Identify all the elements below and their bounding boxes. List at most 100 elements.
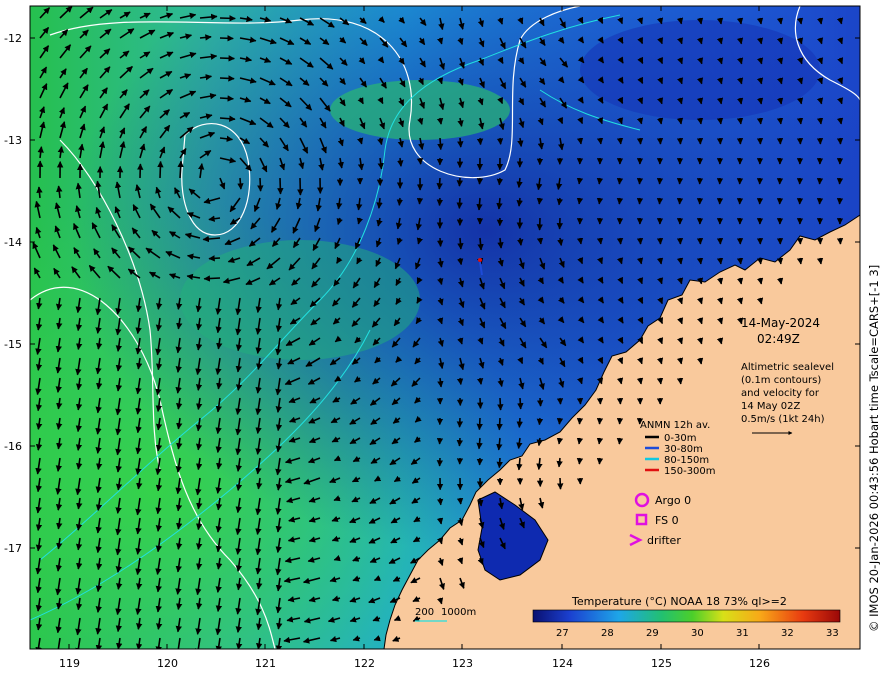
velocity-arrow bbox=[756, 17, 764, 25]
colorbar-tick: 27 bbox=[556, 628, 569, 639]
velocity-arrow bbox=[536, 417, 544, 426]
velocity-arrow bbox=[476, 197, 483, 211]
altimetry-line: and velocity for bbox=[741, 388, 820, 399]
depth-label-1000: 1000m bbox=[441, 607, 476, 618]
lon-tick: 119 bbox=[59, 657, 80, 670]
velocity-arrow bbox=[576, 437, 584, 445]
lon-tick: 125 bbox=[651, 657, 672, 670]
velocity-arrow bbox=[436, 117, 444, 125]
velocity-arrow bbox=[576, 397, 584, 405]
velocity-arrow bbox=[556, 397, 564, 405]
velocity-arrow bbox=[776, 257, 784, 265]
colorbar-tick: 30 bbox=[691, 628, 704, 639]
velocity-arrow bbox=[476, 177, 484, 185]
velocity-arrow bbox=[396, 197, 404, 206]
lat-tick: -15 bbox=[4, 338, 22, 351]
velocity-arrow bbox=[596, 137, 604, 145]
velocity-arrow bbox=[556, 437, 564, 445]
velocity-arrow bbox=[596, 437, 604, 445]
altimetry-line: 0.5m/s (1kt 24h) bbox=[741, 414, 825, 425]
velocity-arrow bbox=[277, 177, 284, 195]
fs-label: FS 0 bbox=[655, 514, 679, 527]
velocity-arrow bbox=[476, 137, 484, 146]
mooring-legend-title: ANMN 12h av. bbox=[640, 420, 710, 431]
velocity-arrow bbox=[36, 186, 43, 199]
velocity-arrow bbox=[536, 397, 544, 407]
velocity-arrow bbox=[596, 237, 604, 245]
velocity-arrow bbox=[437, 137, 444, 151]
velocity-arrow bbox=[496, 417, 503, 431]
velocity-arrow bbox=[616, 177, 624, 185]
drifter-label: drifter bbox=[647, 534, 681, 547]
velocity-arrow bbox=[576, 197, 584, 205]
lat-tick: -12 bbox=[4, 32, 22, 45]
lat-tick: -13 bbox=[4, 134, 22, 147]
velocity-arrow bbox=[636, 177, 644, 185]
velocity-arrow bbox=[456, 377, 464, 386]
side-caption: © IMOS 20-Jan-2026 00:43:56 Hobart time … bbox=[867, 265, 880, 632]
velocity-arrow bbox=[656, 137, 664, 145]
lon-tick: 126 bbox=[749, 657, 770, 670]
velocity-arrow bbox=[676, 117, 684, 125]
colorbar-tick: 31 bbox=[736, 628, 749, 639]
velocity-arrow bbox=[796, 257, 804, 265]
velocity-arrow bbox=[756, 257, 764, 265]
velocity-arrow bbox=[496, 137, 504, 145]
mooring-legend-item: 0-30m bbox=[664, 433, 696, 444]
velocity-arrow bbox=[476, 417, 483, 431]
velocity-arrow bbox=[456, 197, 463, 209]
velocity-arrow bbox=[636, 377, 644, 385]
velocity-arrow bbox=[496, 197, 503, 210]
velocity-arrow bbox=[536, 197, 544, 205]
velocity-arrow bbox=[636, 197, 644, 205]
velocity-arrow bbox=[736, 257, 744, 265]
lat-tick: -14 bbox=[4, 236, 22, 249]
lon-tick: 124 bbox=[552, 657, 573, 670]
velocity-arrow bbox=[596, 197, 604, 205]
velocity-arrow bbox=[376, 197, 383, 209]
velocity-arrow bbox=[436, 237, 444, 247]
velocity-arrow bbox=[477, 237, 484, 251]
velocity-arrow bbox=[576, 177, 584, 185]
velocity-arrow bbox=[456, 497, 464, 505]
velocity-arrow bbox=[516, 197, 523, 207]
mooring-legend-item: 30-80m bbox=[664, 444, 703, 455]
velocity-arrow bbox=[397, 157, 404, 167]
velocity-arrow bbox=[456, 177, 464, 187]
velocity-arrow bbox=[203, 275, 221, 282]
velocity-arrow bbox=[676, 377, 684, 385]
lon-tick: 121 bbox=[255, 657, 276, 670]
velocity-arrow bbox=[208, 255, 221, 262]
velocity-arrow bbox=[497, 237, 504, 249]
lat-tick: -17 bbox=[4, 542, 22, 555]
depth-label-200: 200 bbox=[415, 607, 434, 618]
velocity-arrow bbox=[676, 257, 684, 265]
colorbar-title: Temperature (°C) NOAA 18 73% ql>=2 bbox=[571, 595, 787, 608]
velocity-arrow bbox=[516, 457, 523, 471]
velocity-arrow bbox=[556, 417, 564, 425]
velocity-arrow bbox=[516, 417, 523, 428]
velocity-arrow bbox=[157, 160, 164, 179]
velocity-arrow bbox=[656, 197, 664, 205]
altimetry-line: (0.1m contours) bbox=[741, 375, 821, 386]
velocity-arrow bbox=[177, 160, 184, 179]
velocity-arrow bbox=[576, 457, 584, 465]
velocity-arrow bbox=[416, 197, 424, 205]
velocity-arrow bbox=[676, 137, 684, 145]
velocity-arrow bbox=[536, 237, 544, 245]
map-date: 14-May-2024 bbox=[741, 316, 820, 330]
map-time: 02:49Z bbox=[757, 332, 800, 346]
mooring-legend-item: 150-300m bbox=[664, 466, 716, 477]
lon-tick: 120 bbox=[157, 657, 178, 670]
velocity-arrow bbox=[736, 117, 744, 125]
velocity-arrow bbox=[497, 397, 504, 411]
velocity-arrow bbox=[436, 197, 444, 207]
altimetry-line: Altimetric sealevel bbox=[741, 362, 834, 373]
velocity-arrow bbox=[596, 177, 604, 185]
lon-tick: 122 bbox=[354, 657, 375, 670]
velocity-arrow bbox=[736, 17, 744, 25]
sst-map: -12 -13 -14 -15 -16 -17 119 120 121 122 … bbox=[4, 5, 880, 670]
velocity-arrow bbox=[636, 137, 644, 145]
altimetry-line: 14 May 02Z bbox=[741, 401, 800, 412]
velocity-arrow bbox=[436, 177, 443, 190]
